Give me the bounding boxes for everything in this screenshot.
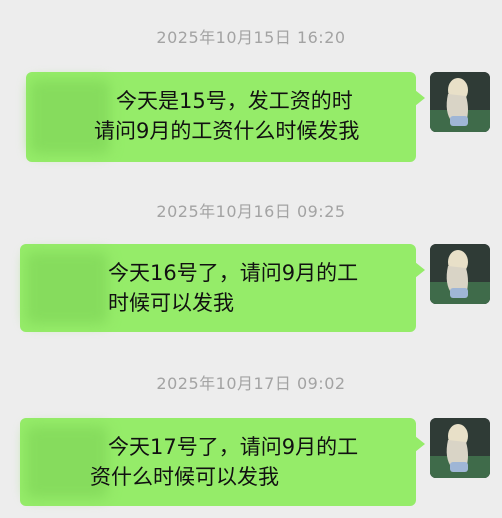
chat-history[interactable]: 2025年10月15日 16:20 今天是15号，发工资的时 请问9月的工资什么… [0,0,502,518]
user-avatar-icon[interactable] [430,244,490,304]
message-bubble[interactable]: 今天是15号，发工资的时 请问9月的工资什么时候发我 [26,72,425,162]
message-text-line-1: 今天16号了，请问9月的工 [108,261,359,285]
message-timestamp: 2025年10月15日 16:20 [156,28,346,47]
redacted-text-blur [26,252,108,324]
message-text-line-1: 今天是15号，发工资的时 [116,89,353,113]
message-text-line-2: 请问9月的工资什么时候发我 [94,119,360,143]
message-text-line-2: 时候可以发我 [108,291,234,315]
message-timestamp: 2025年10月17日 09:02 [156,374,346,393]
message-text-line-1: 今天17号了，请问9月的工 [108,435,359,459]
user-avatar-icon[interactable] [430,418,490,478]
message-bubble[interactable]: 今天17号了，请问9月的工 资什么时候可以发我 [20,418,425,506]
user-avatar-icon[interactable] [430,72,490,132]
message-bubble[interactable]: 今天16号了，请问9月的工 时候可以发我 [20,244,425,332]
message-text-line-2: 资什么时候可以发我 [90,465,279,489]
message-timestamp: 2025年10月16日 09:25 [156,202,346,221]
